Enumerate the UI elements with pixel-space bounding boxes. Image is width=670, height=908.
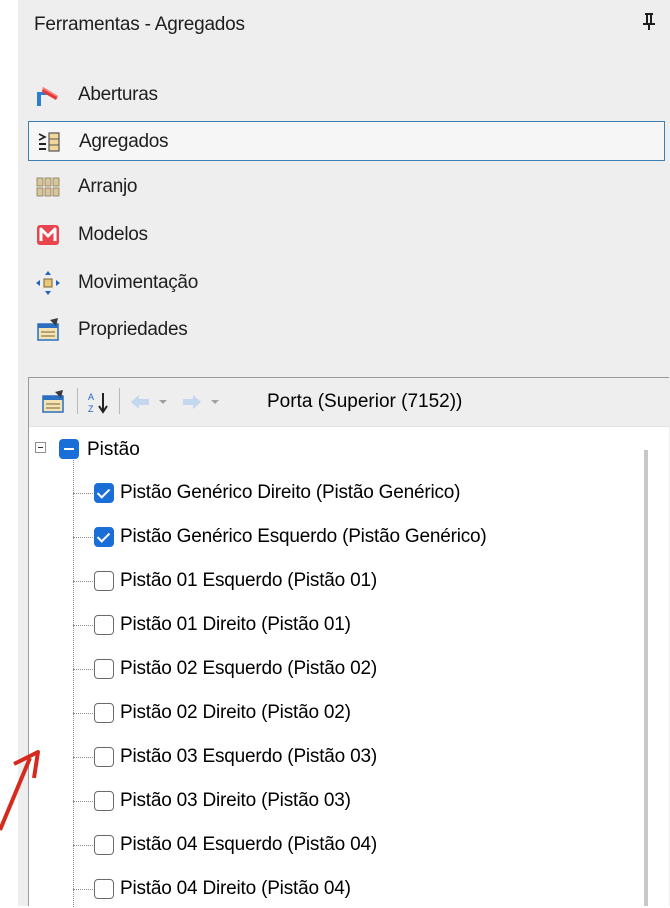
tree-root-pistao[interactable]: Pistão — [29, 428, 329, 468]
tool-label: Movimentação — [78, 272, 198, 293]
tree-connector — [73, 537, 95, 538]
tree-item-label: Pistão Genérico Direito (Pistão Genérico… — [120, 482, 461, 503]
tool-propriedades[interactable]: Propriedades — [28, 310, 665, 350]
tool-agregados[interactable]: Agregados — [28, 121, 665, 161]
tree-item[interactable]: Pistão 01 Esquerdo (Pistão 01) — [29, 560, 629, 600]
tree-item[interactable]: Pistão 02 Esquerdo (Pistão 02) — [29, 648, 629, 688]
tree-connector — [73, 581, 95, 582]
tool-label: Propriedades — [78, 319, 188, 340]
tree-item-label: Pistão 04 Direito (Pistão 04) — [120, 878, 351, 899]
arranjo-icon — [36, 175, 60, 199]
tree-item[interactable]: Pistão 02 Direito (Pistão 02) — [29, 692, 629, 732]
tree-connector — [73, 845, 95, 846]
tree-item[interactable]: Pistão 03 Direito (Pistão 03) — [29, 780, 629, 820]
checkbox-checked[interactable] — [94, 483, 114, 503]
sort-alphabetical-icon[interactable]: AZ — [87, 390, 111, 419]
tree-connector — [73, 713, 95, 714]
tree-connector — [73, 757, 95, 758]
tree-item-label: Pistão Genérico Esquerdo (Pistão Genéric… — [120, 526, 487, 547]
tool-aberturas[interactable]: Aberturas — [28, 75, 665, 115]
tree-item[interactable]: Pistão Genérico Direito (Pistão Genérico… — [29, 472, 629, 512]
tree-connector — [73, 669, 95, 670]
annotation-arrow — [0, 750, 40, 831]
checkbox-unchecked[interactable] — [94, 791, 114, 811]
selected-object-name: Porta (Superior (7152)) — [267, 391, 463, 412]
checkbox-unchecked[interactable] — [94, 835, 114, 855]
movimentacao-icon — [36, 271, 60, 295]
aberturas-icon — [36, 83, 60, 107]
tree-item-label: Pistão 02 Esquerdo (Pistão 02) — [120, 658, 377, 679]
tool-arranjo[interactable]: Arranjo — [28, 167, 665, 207]
tool-modelos[interactable]: Modelos — [28, 215, 665, 255]
modelos-icon — [36, 223, 60, 247]
tree-connector — [73, 889, 95, 890]
panel-title: Ferramentas - Agregados — [34, 14, 245, 35]
collapse-toggle-icon[interactable] — [35, 442, 46, 453]
tree-item[interactable]: Pistão 03 Esquerdo (Pistão 03) — [29, 736, 629, 776]
back-icon[interactable] — [129, 390, 171, 419]
tree-connector — [73, 493, 95, 494]
checkbox-unchecked[interactable] — [94, 747, 114, 767]
tree-item[interactable]: Pistão 04 Direito (Pistão 04) — [29, 868, 629, 908]
tree-connector — [73, 801, 95, 802]
tree-item[interactable]: Pistão 04 Esquerdo (Pistão 04) — [29, 824, 629, 864]
vertical-scrollbar[interactable] — [644, 450, 648, 906]
indeterminate-checkbox[interactable] — [59, 439, 79, 459]
tree-item-label: Pistão 04 Esquerdo (Pistão 04) — [120, 834, 377, 855]
propriedades-icon — [36, 318, 60, 342]
checkbox-unchecked[interactable] — [94, 615, 114, 635]
tree-item-label: Pistão 03 Direito (Pistão 03) — [120, 790, 351, 811]
tree-root-label: Pistão — [87, 439, 140, 460]
toolbar-separator — [77, 388, 78, 414]
tool-label: Agregados — [79, 131, 169, 152]
checkbox-checked[interactable] — [94, 527, 114, 547]
tree-item[interactable]: Pistão 01 Direito (Pistão 01) — [29, 604, 629, 644]
grid-toolbar: AZ Porta (Superior (7152)) — [29, 378, 669, 427]
tree-item-label: Pistão 03 Esquerdo (Pistão 03) — [120, 746, 377, 767]
forward-icon[interactable] — [181, 390, 223, 419]
tree-item-label: Pistão 01 Direito (Pistão 01) — [120, 614, 351, 635]
svg-text:Z: Z — [88, 404, 94, 414]
checkbox-unchecked[interactable] — [94, 659, 114, 679]
checkbox-unchecked[interactable] — [94, 879, 114, 899]
toolbar-separator — [119, 388, 120, 414]
tree-item[interactable]: Pistão Genérico Esquerdo (Pistão Genéric… — [29, 516, 629, 556]
checkbox-unchecked[interactable] — [94, 703, 114, 723]
tree-connector — [73, 625, 95, 626]
panel-titlebar: Ferramentas - Agregados — [18, 0, 670, 52]
svg-text:A: A — [88, 392, 94, 402]
tree-item-label: Pistão 01 Esquerdo (Pistão 01) — [120, 570, 377, 591]
aggregates-tree: Pistão Pistão Genérico Direito (Pistão G… — [29, 428, 637, 907]
tools-panel: Ferramentas - Agregados Aberturas Agrega… — [18, 0, 670, 907]
tool-label: Aberturas — [78, 84, 158, 105]
agregados-icon — [37, 130, 61, 154]
tool-label: Arranjo — [78, 176, 138, 197]
property-grid: AZ Porta (Superior (7152)) Pistão Pistão — [28, 377, 669, 907]
checkbox-unchecked[interactable] — [94, 571, 114, 591]
tool-movimentacao[interactable]: Movimentação — [28, 263, 665, 303]
tool-label: Modelos — [78, 224, 148, 245]
tree-item-label: Pistão 02 Direito (Pistão 02) — [120, 702, 351, 723]
pin-icon[interactable] — [642, 12, 656, 35]
properties-icon[interactable] — [41, 390, 65, 419]
